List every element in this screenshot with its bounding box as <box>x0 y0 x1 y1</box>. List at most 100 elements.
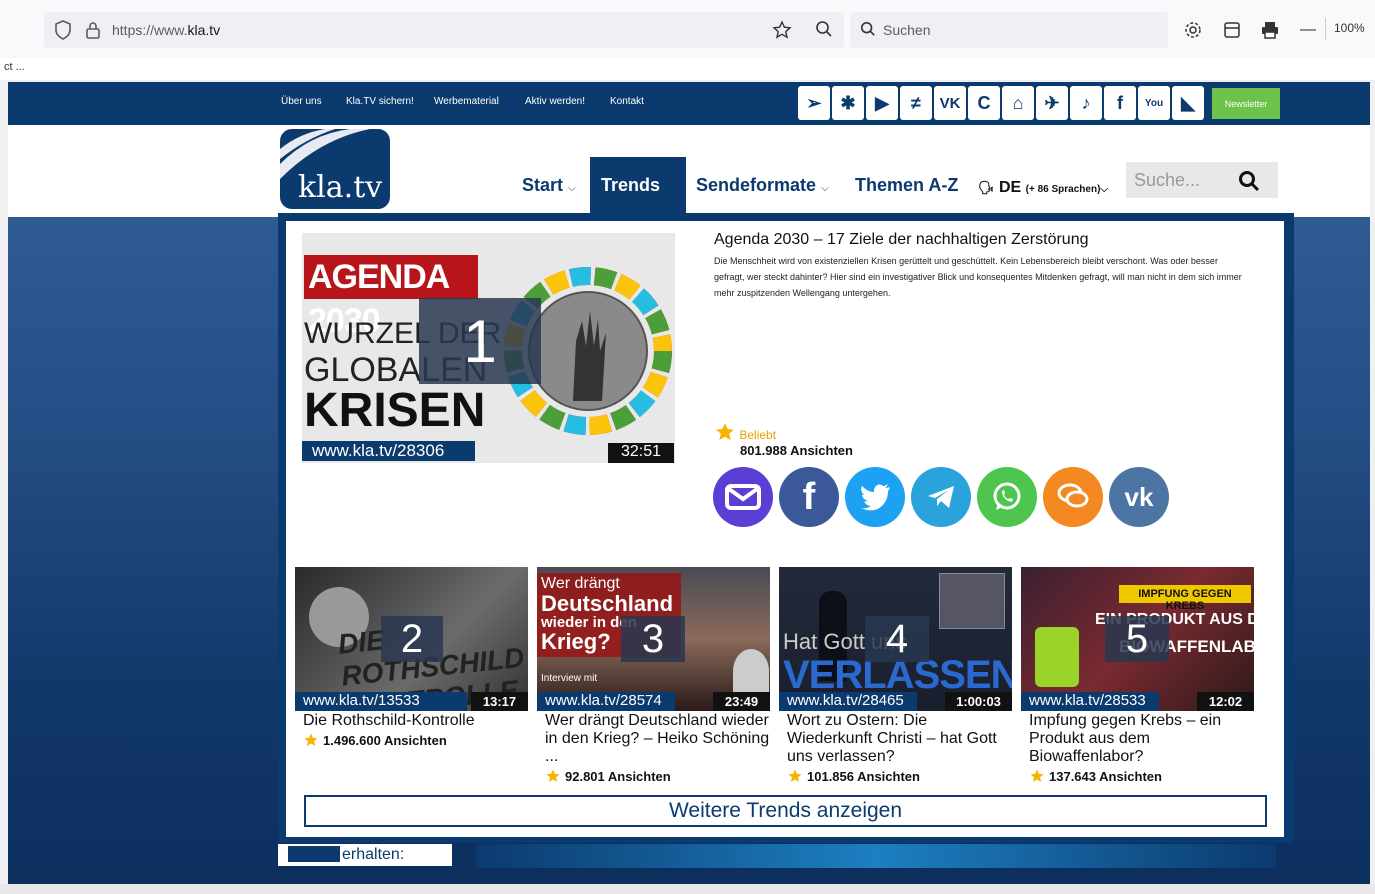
card-thumbnail[interactable]: Hat Gott uns VERLASSEN? 4 www.kla.tv/284… <box>779 567 1012 711</box>
views-count: 137.643 Ansichten <box>1049 769 1162 784</box>
twitter-share-icon[interactable] <box>845 467 905 527</box>
social-icons: ➢ ✱ ▶ ≠ VK C ⌂ ✈ ♪ f You ◣ <box>798 86 1204 120</box>
thumb-text-a: IMPFUNG GEGEN KREBS <box>1119 585 1251 612</box>
telegram-icon[interactable]: ➢ <box>798 86 830 120</box>
thumb-text-e: Interview mit <box>541 673 598 684</box>
site-search-placeholder: Suche... <box>1134 170 1201 190</box>
facebook-share-icon[interactable]: f <box>779 467 839 527</box>
language-selector[interactable]: 🗣 DE (+ 86 Sprachen)⌵ <box>978 179 1108 197</box>
url-domain: kla.tv <box>187 22 221 38</box>
portrait-image <box>733 649 769 693</box>
nav-trends-label: Trends <box>601 175 661 195</box>
card-thumbnail[interactable]: IMPFUNG GEGEN KREBS EIN PRODUKT AUS DEM … <box>1021 567 1254 711</box>
views-count: 101.856 Ansichten <box>807 769 920 784</box>
rumble-icon[interactable]: ▶ <box>866 86 898 120</box>
views-count: 92.801 Ansichten <box>565 769 671 784</box>
rank-number: 5 <box>1105 616 1169 662</box>
trends-content: AGENDA 2030 WURZEL DER GLOBALEN KRISEN 1… <box>286 221 1284 837</box>
video-duration: 13:17 <box>471 692 528 711</box>
footer-box: erhalten: <box>278 844 452 866</box>
nav-trends[interactable]: Trends <box>590 157 686 217</box>
rank-number: 2 <box>381 616 443 662</box>
nav-themen-label: Themen A-Z <box>855 175 959 195</box>
card-thumbnail[interactable]: Wer drängt Deutschland wieder in den Kri… <box>537 567 770 711</box>
truth-social-icon[interactable]: ✈ <box>1036 86 1068 120</box>
video-url: www.kla.tv/13533 <box>295 692 467 711</box>
search-icon[interactable] <box>1238 170 1260 192</box>
address-bar[interactable]: https://www.kla.tv <box>44 12 844 48</box>
browser-toolbar: https://www.kla.tv Suchen — 100% <box>0 0 1375 58</box>
card-views: 92.801 Ansichten <box>537 768 770 784</box>
whatsapp-share-icon[interactable] <box>977 467 1037 527</box>
tiktok-icon[interactable]: ♪ <box>1070 86 1102 120</box>
video-duration: 1:00:03 <box>945 692 1012 711</box>
archive-icon[interactable]: ⌂ <box>1002 86 1034 120</box>
email-share-icon[interactable] <box>713 467 773 527</box>
video-url: www.kla.tv/28306 <box>302 441 475 461</box>
card-thumbnail[interactable]: DIE ROTHSCHILD KONTROLLE 2 www.kla.tv/13… <box>295 567 528 711</box>
views-count: 1.496.600 Ansichten <box>323 733 447 748</box>
speaker-image <box>939 573 1005 629</box>
odysee-icon[interactable]: ✱ <box>832 86 864 120</box>
trend-card[interactable]: Wer drängt Deutschland wieder in den Kri… <box>537 567 770 784</box>
star-icon <box>788 769 802 782</box>
gear-icon[interactable] <box>1183 20 1203 40</box>
nav-link-aktiv-werden[interactable]: Aktiv werden! <box>525 96 585 107</box>
vk-icon[interactable]: VK <box>934 86 966 120</box>
featured-title[interactable]: Agenda 2030 – 17 Ziele der nachhaltigen … <box>714 231 1088 249</box>
nav-link-sichern[interactable]: Kla.TV sichern! <box>346 96 414 107</box>
browser-search-field[interactable]: Suchen <box>850 12 1168 48</box>
featured-views: 801.988 Ansichten <box>740 443 853 458</box>
popular-badge: Beliebt <box>714 421 776 443</box>
site-search[interactable]: Suche... <box>1126 162 1278 198</box>
zoom-level[interactable]: 100% <box>1334 21 1365 35</box>
share-buttons: f vk <box>713 467 1169 527</box>
trend-card[interactable]: Hat Gott uns VERLASSEN? 4 www.kla.tv/284… <box>779 567 1012 784</box>
lock-icon[interactable] <box>84 20 102 40</box>
nav-start-label: Start <box>522 175 564 195</box>
rss-icon[interactable]: ◣ <box>1172 86 1204 120</box>
featured-thumbnail[interactable]: AGENDA 2030 WURZEL DER GLOBALEN KRISEN 1… <box>302 233 675 463</box>
web-page: Über uns Kla.TV sichern! Werbematerial A… <box>8 82 1370 894</box>
more-trends-button[interactable]: Weitere Trends anzeigen <box>304 795 1267 827</box>
trend-card[interactable]: IMPFUNG GEGEN KREBS EIN PRODUKT AUS DEM … <box>1021 567 1254 784</box>
sms-share-icon[interactable] <box>1043 467 1103 527</box>
vk-share-icon[interactable]: vk <box>1109 467 1169 527</box>
card-title[interactable]: Wer drängt Deutschland wieder in den Kri… <box>537 712 770 766</box>
search-icon[interactable] <box>815 20 833 38</box>
translate-icon: 🗣 <box>978 180 995 195</box>
trend-card[interactable]: DIE ROTHSCHILD KONTROLLE 2 www.kla.tv/13… <box>295 567 528 748</box>
telegram-share-icon[interactable] <box>911 467 971 527</box>
url-text[interactable]: https://www.kla.tv <box>112 22 220 38</box>
reader-view-icon[interactable] <box>1222 20 1242 40</box>
nav-link-werbematerial[interactable]: Werbematerial <box>434 96 499 107</box>
nav-themen[interactable]: Themen A-Z <box>855 175 958 196</box>
kla-tv-logo[interactable]: kla.tv <box>280 129 390 209</box>
print-icon[interactable] <box>1260 20 1280 40</box>
nav-link-ueber-uns[interactable]: Über uns <box>281 96 322 107</box>
zoom-out-button[interactable]: — <box>1300 21 1316 39</box>
zoom-divider <box>1325 18 1326 40</box>
nav-start[interactable]: Start ⌵ <box>522 175 576 196</box>
youtube-icon[interactable]: You <box>1138 86 1170 120</box>
nav-sendeformate[interactable]: Sendeformate ⌵ <box>696 175 829 196</box>
bookmark-star-icon[interactable] <box>772 20 792 40</box>
star-icon <box>1030 769 1044 782</box>
card-title[interactable]: Impfung gegen Krebs – ein Produkt aus de… <box>1021 712 1254 766</box>
gettr-icon[interactable]: ≠ <box>900 86 932 120</box>
logo-text: kla.tv <box>298 170 382 205</box>
card-title[interactable]: Wort zu Ostern: Die Wiederkunft Christi … <box>779 712 1012 766</box>
search-icon <box>860 21 875 36</box>
card-title[interactable]: Die Rothschild-Kontrolle <box>295 712 528 730</box>
trends-dropdown: AGENDA 2030 WURZEL DER GLOBALEN KRISEN 1… <box>278 213 1294 843</box>
bitchute-icon[interactable]: C <box>968 86 1000 120</box>
card-views: 1.496.600 Ansichten <box>295 732 528 748</box>
nav-link-kontakt[interactable]: Kontakt <box>610 96 644 107</box>
top-navigation: Über uns Kla.TV sichern! Werbematerial A… <box>8 82 1370 125</box>
thumb-banner: AGENDA 2030 <box>304 255 478 340</box>
chevron-down-icon: ⌵ <box>568 183 576 194</box>
bookmark-fragment[interactable]: ct ... <box>4 61 25 73</box>
shield-icon[interactable] <box>54 20 72 40</box>
facebook-icon[interactable]: f <box>1104 86 1136 120</box>
newsletter-button[interactable]: Newsletter <box>1212 88 1280 119</box>
